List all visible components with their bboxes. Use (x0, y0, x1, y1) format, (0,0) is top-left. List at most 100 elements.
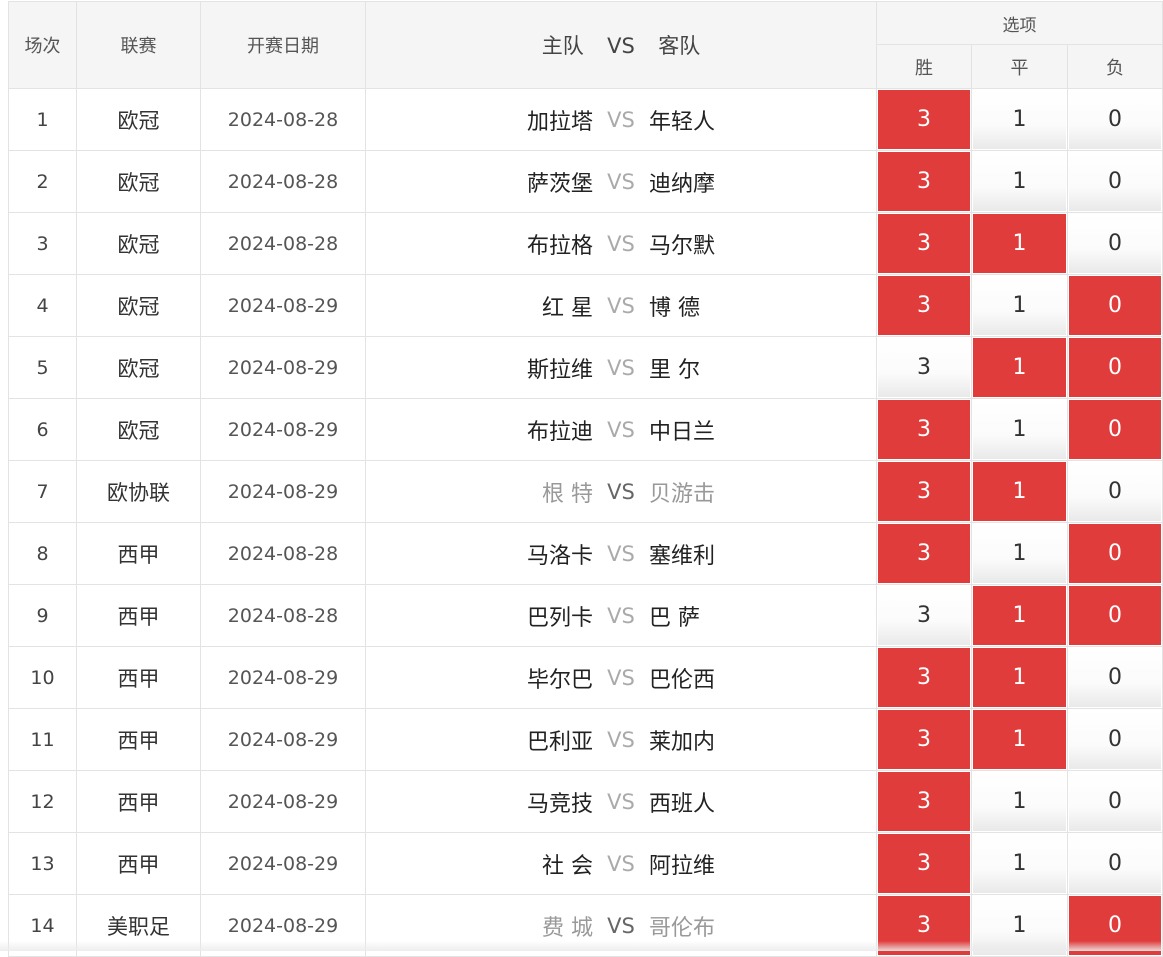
option-win-button[interactable]: 3 (878, 214, 970, 273)
match-teams: 马洛卡VS塞维利 (366, 523, 877, 585)
option-draw-button[interactable]: 1 (973, 648, 1066, 707)
option-lose-button[interactable]: 0 (1069, 400, 1161, 459)
match-date: 2024-08-29 (201, 461, 366, 523)
table-row: 3欧冠2024-08-28布拉格VS马尔默310 (9, 213, 1163, 275)
away-team: 巴伦西 (649, 662, 876, 694)
header-draw: 平 (972, 45, 1068, 89)
option-draw-button[interactable]: 1 (973, 214, 1066, 273)
table-row: 6欧冠2024-08-29布拉迪VS中日兰310 (9, 399, 1163, 461)
match-teams: 布拉迪VS中日兰 (366, 399, 877, 461)
option-cell-lose: 0 (1068, 647, 1163, 709)
option-lose-button[interactable]: 0 (1069, 152, 1161, 211)
vs-label: VS (593, 914, 649, 938)
option-win-button[interactable]: 3 (878, 152, 970, 211)
header-options: 选项 (877, 2, 1163, 45)
option-win-button[interactable]: 3 (878, 710, 970, 769)
option-win-button[interactable]: 3 (878, 772, 970, 831)
option-lose-button[interactable]: 0 (1069, 772, 1161, 831)
table-row: 9西甲2024-08-28巴列卡VS巴 萨310 (9, 585, 1163, 647)
betting-table-container: 场次 联赛 开赛日期 主队 VS 客队 选项 胜 平 负 1欧冠2024-08-… (8, 1, 1162, 957)
table-row: 5欧冠2024-08-29斯拉维VS里 尔310 (9, 337, 1163, 399)
option-cell-win: 3 (877, 275, 972, 337)
option-win-button[interactable]: 3 (878, 338, 970, 397)
match-date: 2024-08-28 (201, 213, 366, 275)
option-win-button[interactable]: 3 (878, 400, 970, 459)
option-cell-lose: 0 (1068, 213, 1163, 275)
option-cell-win: 3 (877, 709, 972, 771)
option-win-button[interactable]: 3 (878, 586, 970, 645)
option-cell-draw: 1 (972, 151, 1068, 213)
option-cell-win: 3 (877, 213, 972, 275)
match-index: 14 (9, 895, 77, 957)
option-draw-button[interactable]: 1 (973, 524, 1066, 583)
option-draw-button[interactable]: 1 (973, 772, 1066, 831)
home-team: 巴利亚 (366, 724, 593, 756)
option-cell-win: 3 (877, 771, 972, 833)
option-win-button[interactable]: 3 (878, 90, 970, 149)
home-team: 加拉塔 (366, 104, 593, 136)
header-win: 胜 (877, 45, 972, 89)
option-draw-button[interactable]: 1 (973, 834, 1066, 893)
match-index: 9 (9, 585, 77, 647)
match-date: 2024-08-28 (201, 523, 366, 585)
option-cell-win: 3 (877, 151, 972, 213)
option-lose-button[interactable]: 0 (1069, 524, 1161, 583)
match-index: 11 (9, 709, 77, 771)
away-team: 阿拉维 (649, 848, 876, 880)
option-cell-lose: 0 (1068, 833, 1163, 895)
league-name: 欧协联 (77, 461, 201, 523)
vs-label: VS (593, 356, 649, 380)
match-teams: 巴列卡VS巴 萨 (366, 585, 877, 647)
home-team: 毕尔巴 (366, 662, 593, 694)
option-draw-button[interactable]: 1 (973, 462, 1066, 521)
home-team: 根 特 (366, 476, 593, 508)
match-teams: 毕尔巴VS巴伦西 (366, 647, 877, 709)
option-cell-lose: 0 (1068, 399, 1163, 461)
option-lose-button[interactable]: 0 (1069, 896, 1161, 955)
option-win-button[interactable]: 3 (878, 896, 970, 955)
option-cell-lose: 0 (1068, 895, 1163, 957)
option-draw-button[interactable]: 1 (973, 338, 1066, 397)
option-lose-button[interactable]: 0 (1069, 586, 1161, 645)
match-date: 2024-08-28 (201, 585, 366, 647)
option-lose-button[interactable]: 0 (1069, 710, 1161, 769)
option-draw-button[interactable]: 1 (973, 400, 1066, 459)
option-cell-draw: 1 (972, 275, 1068, 337)
option-draw-button[interactable]: 1 (973, 276, 1066, 335)
option-win-button[interactable]: 3 (878, 834, 970, 893)
option-draw-button[interactable]: 1 (973, 152, 1066, 211)
table-row: 10西甲2024-08-29毕尔巴VS巴伦西310 (9, 647, 1163, 709)
option-win-button[interactable]: 3 (878, 524, 970, 583)
match-index: 5 (9, 337, 77, 399)
option-win-button[interactable]: 3 (878, 648, 970, 707)
option-draw-button[interactable]: 1 (973, 90, 1066, 149)
option-lose-button[interactable]: 0 (1069, 462, 1161, 521)
league-name: 欧冠 (77, 89, 201, 151)
option-cell-lose: 0 (1068, 523, 1163, 585)
league-name: 美职足 (77, 895, 201, 957)
match-date: 2024-08-29 (201, 647, 366, 709)
option-win-button[interactable]: 3 (878, 276, 970, 335)
option-draw-button[interactable]: 1 (973, 896, 1066, 955)
league-name: 西甲 (77, 523, 201, 585)
option-lose-button[interactable]: 0 (1069, 338, 1161, 397)
league-name: 西甲 (77, 647, 201, 709)
away-team: 博 德 (649, 290, 876, 322)
away-team: 马尔默 (649, 228, 876, 260)
option-win-button[interactable]: 3 (878, 462, 970, 521)
option-lose-button[interactable]: 0 (1069, 214, 1161, 273)
option-lose-button[interactable]: 0 (1069, 90, 1161, 149)
league-name: 欧冠 (77, 213, 201, 275)
match-teams: 加拉塔VS年轻人 (366, 89, 877, 151)
option-lose-button[interactable]: 0 (1069, 276, 1161, 335)
league-name: 欧冠 (77, 399, 201, 461)
option-lose-button[interactable]: 0 (1069, 648, 1161, 707)
option-lose-button[interactable]: 0 (1069, 834, 1161, 893)
option-draw-button[interactable]: 1 (973, 586, 1066, 645)
away-team: 年轻人 (649, 104, 876, 136)
option-cell-draw: 1 (972, 709, 1068, 771)
match-date: 2024-08-29 (201, 399, 366, 461)
option-draw-button[interactable]: 1 (973, 710, 1066, 769)
option-cell-lose: 0 (1068, 585, 1163, 647)
match-date: 2024-08-29 (201, 709, 366, 771)
